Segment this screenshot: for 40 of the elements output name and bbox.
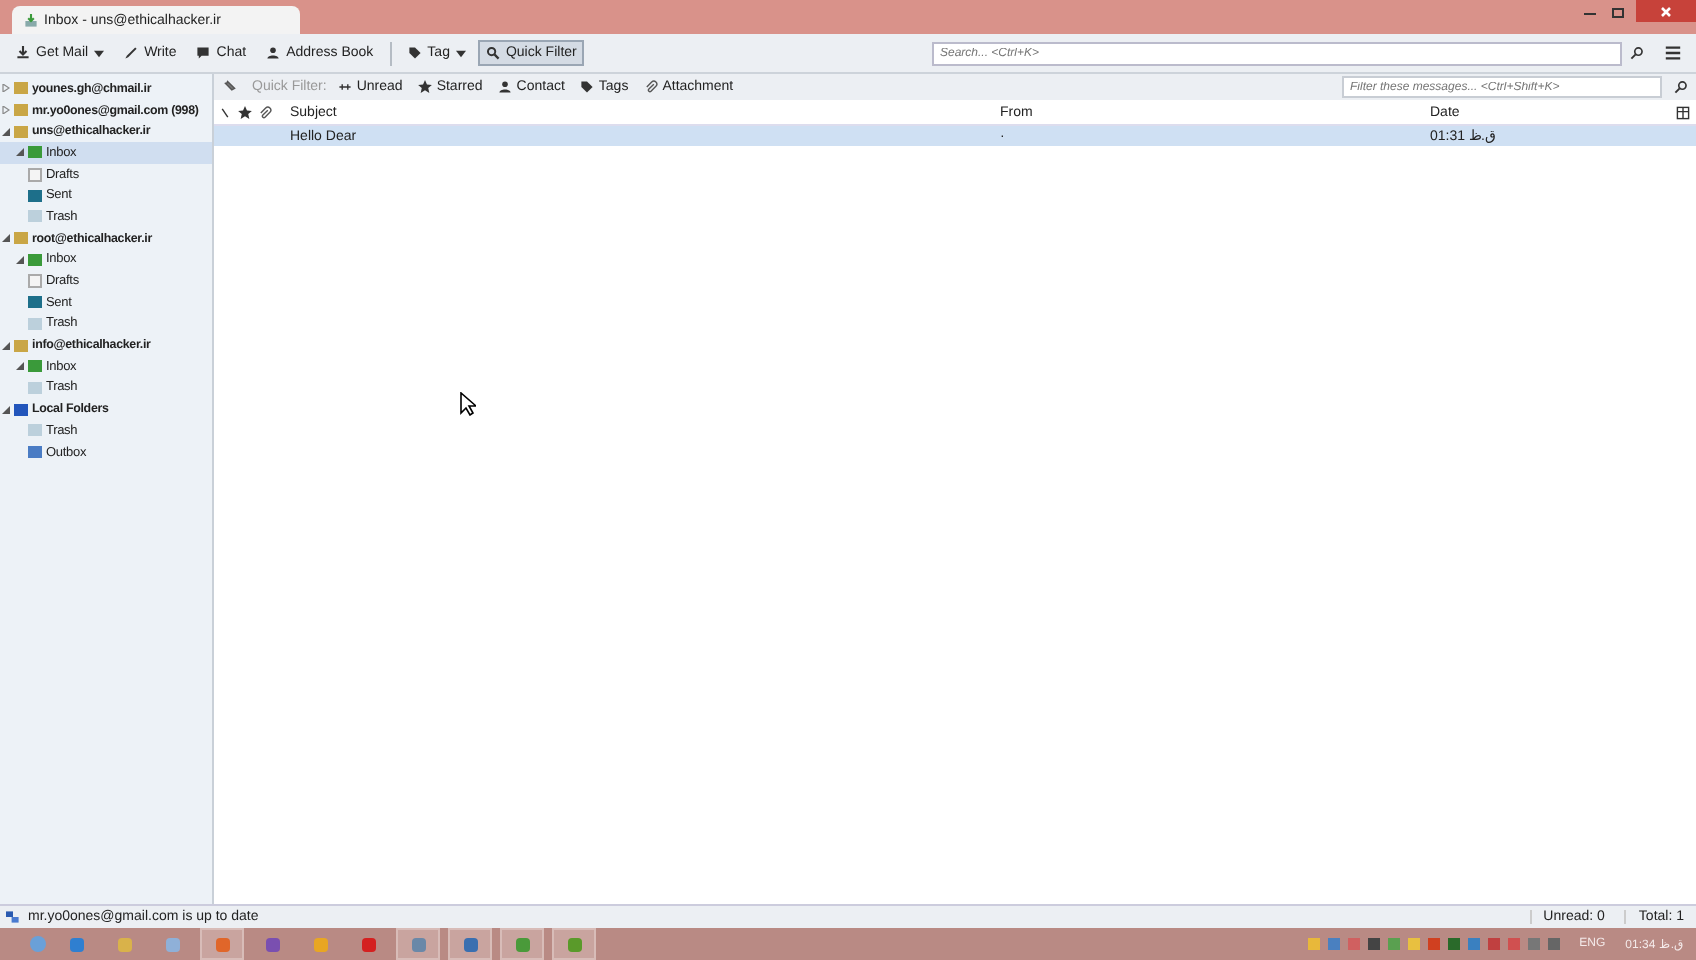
search-icon[interactable]: [1630, 46, 1644, 60]
taskbar-app-icon[interactable]: [552, 928, 596, 960]
collapsed-triangle-icon[interactable]: [2, 84, 10, 93]
tag-icon: [580, 80, 595, 94]
pin-icon[interactable]: [222, 80, 236, 94]
arrows-icon: [338, 80, 353, 94]
expanded-triangle-icon[interactable]: [2, 127, 10, 136]
expanded-triangle-icon[interactable]: [16, 255, 24, 264]
chat-bubble-icon: [196, 46, 211, 60]
taskbar-app-icon[interactable]: [396, 928, 440, 960]
close-button[interactable]: [1636, 0, 1696, 22]
expanded-triangle-icon[interactable]: [2, 234, 10, 243]
person-icon: [498, 80, 513, 94]
download-icon: [16, 46, 30, 60]
search-icon[interactable]: [1674, 80, 1688, 94]
expanded-triangle-icon[interactable]: [2, 405, 10, 414]
collapsed-triangle-icon[interactable]: [2, 106, 10, 115]
paperclip-icon[interactable]: [258, 105, 272, 119]
start-icon[interactable]: [28, 934, 48, 954]
search-icon: [485, 46, 500, 60]
taskbar-app-icon[interactable]: [500, 928, 544, 960]
caret-icon: [455, 49, 466, 57]
expanded-triangle-icon[interactable]: [16, 148, 24, 157]
close-icon: [1656, 1, 1676, 21]
pencil-icon: [124, 46, 139, 60]
star-icon: [418, 80, 433, 94]
taskbar-app-icon[interactable]: [448, 928, 492, 960]
person-icon: [266, 46, 281, 60]
mouse-cursor-icon: [460, 392, 476, 416]
expanded-triangle-icon[interactable]: [2, 341, 10, 350]
star-icon[interactable]: [238, 105, 252, 119]
network-icon: [6, 910, 20, 924]
expanded-triangle-icon[interactable]: [16, 362, 24, 371]
taskbar-app-icon[interactable]: [200, 928, 244, 960]
column-picker-icon[interactable]: [1676, 105, 1690, 119]
caret-icon: [94, 49, 105, 57]
menu-icon[interactable]: [1664, 44, 1682, 62]
thread-icon[interactable]: [218, 105, 232, 119]
tag-icon: [407, 46, 422, 60]
paperclip-icon: [644, 80, 659, 94]
